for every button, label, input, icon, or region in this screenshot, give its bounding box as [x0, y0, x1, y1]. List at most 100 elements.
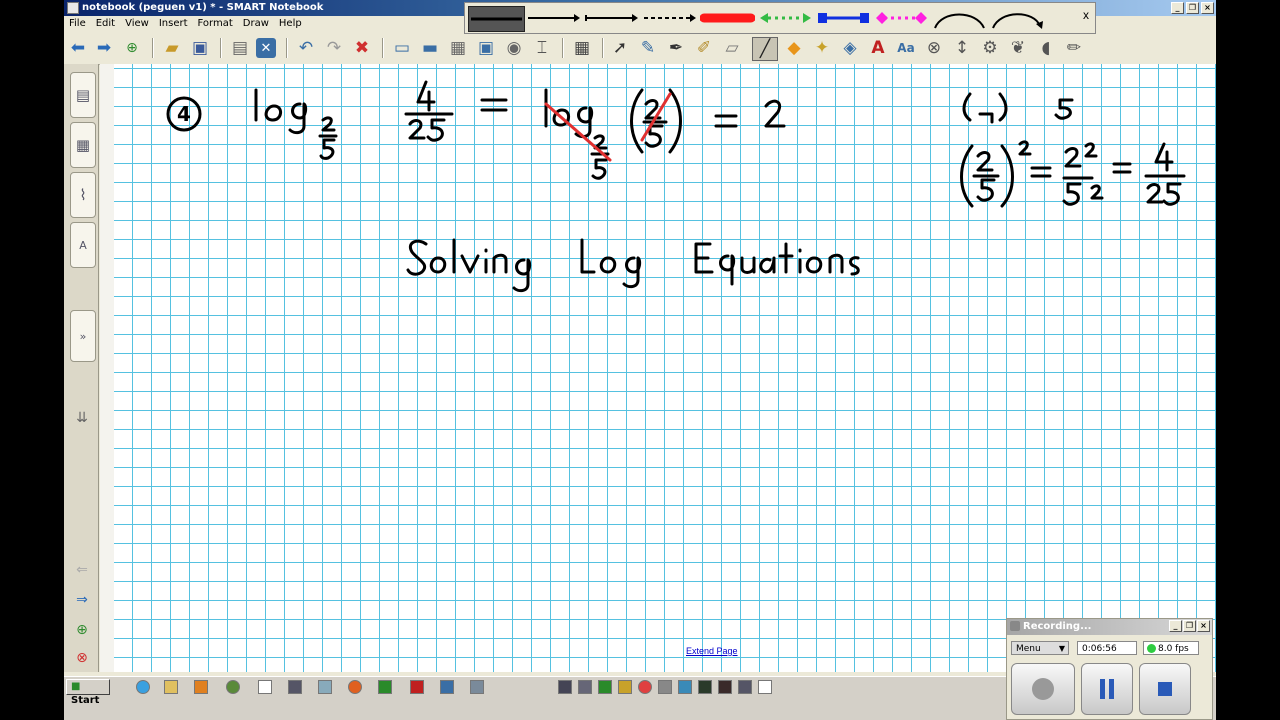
pause-button[interactable] [1081, 663, 1133, 715]
page-sorter-icon[interactable]: ▤ [70, 72, 96, 118]
task-icon-1[interactable] [558, 680, 572, 694]
sound-icon[interactable]: ◖ [1034, 36, 1058, 60]
chrome-icon[interactable] [638, 680, 652, 694]
menu-edit[interactable]: Edit [91, 16, 120, 32]
previous-page-icon[interactable]: ⇐ [72, 560, 92, 580]
menu-view[interactable]: View [120, 16, 154, 32]
dashed-line-style[interactable] [642, 6, 697, 30]
tools-icon[interactable] [470, 680, 484, 694]
menu-file[interactable]: File [64, 16, 91, 32]
properties-icon[interactable]: ⚙ [978, 36, 1002, 60]
forward-icon[interactable]: ➡ [92, 36, 116, 60]
select-icon[interactable]: ➚ [608, 36, 632, 60]
measurement-icon[interactable]: ⊗ [922, 36, 946, 60]
app-icon-1[interactable] [226, 680, 240, 694]
full-screen-icon[interactable]: ▬ [418, 36, 442, 60]
whiteboard-canvas[interactable]: 4 Extend Page [114, 64, 1216, 672]
magic-wand-icon[interactable]: ✦ [810, 36, 834, 60]
menu-help[interactable]: Help [274, 16, 307, 32]
creative-pen-icon[interactable]: ✒ [664, 36, 688, 60]
recorder-minimize-button[interactable]: _ [1169, 620, 1182, 632]
paste-icon[interactable]: ▤ [228, 36, 252, 60]
table-icon[interactable]: ▦ [570, 36, 594, 60]
extend-page-link[interactable]: Extend Page [686, 646, 738, 656]
task-icon-7[interactable] [678, 680, 692, 694]
gallery-icon[interactable]: ▦ [70, 122, 96, 168]
undo-icon[interactable]: ↶ [294, 36, 318, 60]
line-icon[interactable]: ╱ [752, 37, 778, 61]
pencil-icon[interactable]: ✏ [1062, 36, 1086, 60]
record-icon[interactable]: ◉ [502, 36, 526, 60]
stop-button[interactable] [1139, 663, 1191, 715]
arc-arrow-line-style[interactable] [990, 6, 1045, 30]
menu-format[interactable]: Format [193, 16, 238, 32]
folder-icon[interactable] [164, 680, 178, 694]
back-icon[interactable]: ⬅ [66, 36, 90, 60]
pen-icon[interactable]: ✎ [636, 36, 660, 60]
add-page-icon[interactable]: ⊕ [72, 620, 92, 640]
document-icon[interactable] [258, 680, 272, 694]
menu-insert[interactable]: Insert [154, 16, 193, 32]
media-icon[interactable] [194, 680, 208, 694]
delete-icon[interactable]: ✕ [256, 38, 276, 58]
tab-collapse-icon[interactable]: » [70, 310, 96, 362]
notebook-icon[interactable] [440, 680, 454, 694]
ie-icon[interactable] [136, 680, 150, 694]
shapes-icon[interactable]: ◆ [782, 36, 806, 60]
acrobat-icon[interactable] [410, 680, 424, 694]
eraser-icon[interactable]: ▱ [720, 36, 744, 60]
menu-draw[interactable]: Draw [238, 16, 274, 32]
task-icon-9[interactable] [718, 680, 732, 694]
green-dotted-arrows-style[interactable] [758, 6, 813, 30]
double-arrow-line-style[interactable] [584, 6, 639, 30]
recorder-maximize-button[interactable]: ❐ [1183, 620, 1196, 632]
task-icon-3[interactable] [598, 680, 612, 694]
move-icon[interactable]: ↕ [950, 36, 974, 60]
capture-icon[interactable]: ▦ [446, 36, 470, 60]
magenta-dotted-diamonds-style[interactable] [874, 6, 929, 30]
firefox-icon[interactable] [348, 680, 362, 694]
open-icon[interactable]: ▰ [160, 36, 184, 60]
sidebar-toggle-icon[interactable]: ⇊ [72, 408, 92, 428]
thick-red-line-style[interactable] [700, 6, 755, 30]
maximize-button[interactable]: ❐ [1186, 2, 1199, 14]
task-icon-2[interactable] [578, 680, 592, 694]
task-icon-8[interactable] [698, 680, 712, 694]
printer-icon[interactable] [288, 680, 302, 694]
library-icon[interactable] [318, 680, 332, 694]
add-page-icon[interactable]: ⊕ [120, 36, 144, 60]
attachments-icon[interactable]: ⌇ [70, 172, 96, 218]
task-icon-11[interactable] [758, 680, 772, 694]
magic-pen-icon[interactable]: ✐ [692, 36, 716, 60]
task-icon-4[interactable] [618, 680, 632, 694]
excel-icon[interactable] [378, 680, 392, 694]
delete-page-icon[interactable]: ⊗ [72, 648, 92, 668]
fill-icon[interactable]: ◈ [838, 36, 862, 60]
properties-icon[interactable]: A [70, 222, 96, 268]
task-icon-10[interactable] [738, 680, 752, 694]
document-camera-icon[interactable]: ▣ [474, 36, 498, 60]
task-icon-6[interactable] [658, 680, 672, 694]
next-page-icon[interactable]: ⇒ [72, 590, 92, 610]
close-button[interactable]: × [1201, 2, 1214, 14]
redo-icon[interactable]: ↷ [322, 36, 346, 60]
line-style-palette: x [464, 2, 1096, 34]
start-button[interactable]: ■ Start [66, 679, 110, 706]
selected-line-style[interactable] [468, 6, 525, 32]
clear-icon[interactable]: ✖ [350, 36, 374, 60]
vertical-scrollbar[interactable] [100, 64, 114, 672]
handwriting-icon[interactable]: Aa [894, 36, 918, 60]
save-icon[interactable]: ▣ [188, 36, 212, 60]
arrow-line-style[interactable] [526, 6, 581, 30]
recorder-menu-dropdown[interactable]: Menu ▼ [1011, 641, 1069, 655]
screen-shade-icon[interactable]: ▭ [390, 36, 414, 60]
text-icon[interactable]: A [866, 36, 890, 60]
palette-close-button[interactable]: x [1083, 8, 1089, 22]
insert-icon[interactable]: ⌶ [530, 36, 554, 60]
blue-square-ends-style[interactable] [816, 6, 871, 30]
recorder-close-button[interactable]: × [1197, 620, 1210, 632]
minimize-button[interactable]: _ [1171, 2, 1184, 14]
record-button[interactable] [1011, 663, 1075, 715]
arc-line-style[interactable] [932, 6, 987, 30]
gallery-icon[interactable]: ❦ [1006, 36, 1030, 60]
